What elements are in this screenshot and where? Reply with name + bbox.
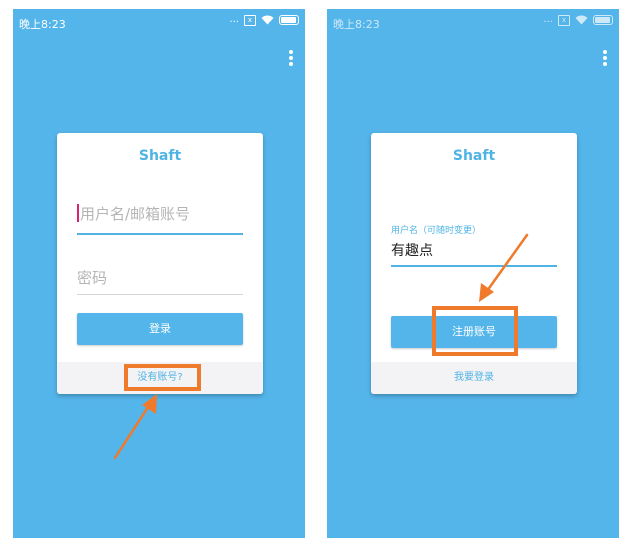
- status-icons: ... x: [543, 14, 613, 26]
- wifi-icon: [575, 15, 588, 25]
- status-bar: 晚上8:23 ... x: [327, 9, 619, 35]
- to-login-link[interactable]: 我要登录: [371, 362, 577, 394]
- status-icons: ... x: [229, 14, 299, 26]
- password-placeholder: 密码: [77, 269, 108, 287]
- login-button[interactable]: 登录: [77, 313, 243, 345]
- app-title: Shaft: [138, 148, 182, 164]
- sim-icon: x: [558, 14, 570, 26]
- register-phone-screen: 晚上8:23 ... x Shaft 用户名（可随时变更） 有趣点 注册账号 我…: [327, 9, 619, 538]
- wifi-icon: [261, 15, 274, 25]
- battery-icon: [593, 15, 613, 25]
- username-input[interactable]: 用户名/邮箱账号: [77, 203, 243, 235]
- login-phone-screen: 晚上8:23 ... x Shaft 用户名/邮箱账号 密码 登录 没有账号?: [13, 9, 305, 538]
- comparison-stage: 晚上8:23 ... x Shaft 用户名/邮箱账号 密码 登录 没有账号? …: [0, 0, 633, 551]
- username-value: 有趣点: [391, 243, 433, 259]
- register-button[interactable]: 注册账号: [391, 316, 557, 348]
- username-placeholder: 用户名/邮箱账号: [80, 205, 191, 223]
- status-bar: 晚上8:23 ... x: [13, 9, 305, 35]
- username-label: 用户名（可随时变更）: [391, 226, 482, 236]
- app-title: Shaft: [452, 148, 496, 164]
- username-input[interactable]: 用户名（可随时变更） 有趣点: [391, 223, 557, 267]
- username-underline: [391, 265, 557, 267]
- login-card: Shaft 用户名/邮箱账号 密码 登录 没有账号?: [57, 133, 263, 394]
- no-account-link[interactable]: 没有账号?: [57, 362, 263, 394]
- password-input[interactable]: 密码: [77, 267, 243, 295]
- sim-icon: x: [244, 14, 256, 26]
- username-underline: [77, 233, 243, 235]
- register-card: Shaft 用户名（可随时变更） 有趣点 注册账号 我要登录: [371, 133, 577, 394]
- overflow-menu-icon[interactable]: [288, 50, 294, 68]
- status-time: 晚上8:23: [333, 18, 380, 31]
- overflow-menu-icon[interactable]: [602, 50, 608, 68]
- text-cursor: [77, 204, 79, 222]
- signal-dots-icon: ...: [543, 14, 553, 25]
- status-time: 晚上8:23: [19, 18, 66, 31]
- signal-dots-icon: ...: [229, 14, 239, 25]
- battery-icon: [279, 15, 299, 25]
- password-underline: [77, 294, 243, 295]
